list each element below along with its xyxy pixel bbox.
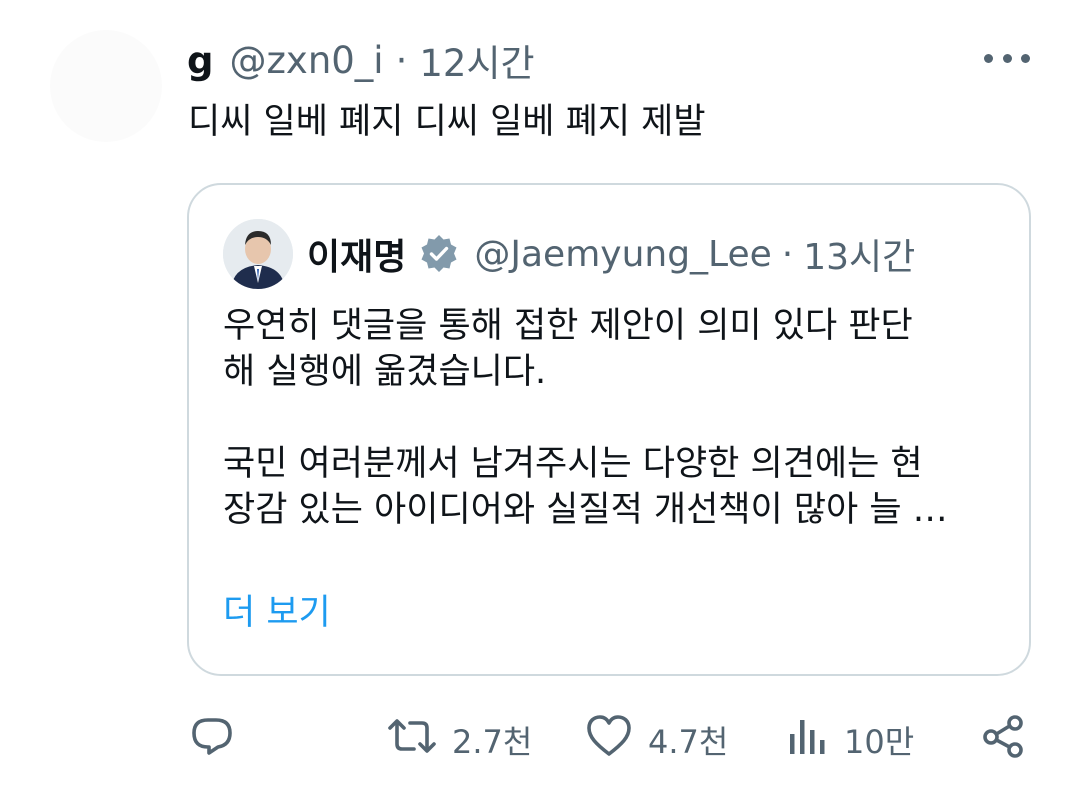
verified-badge-icon — [418, 233, 460, 275]
tweet-time[interactable]: 12시간 — [419, 33, 534, 87]
author-avatar[interactable] — [50, 30, 162, 142]
separator: · — [395, 38, 408, 82]
author-handle[interactable]: @zxn0_i — [230, 39, 384, 82]
tweet-header: g @zxn0_i · 12시간 — [187, 33, 535, 87]
quoted-tweet-text: 우연히 댓글을 통해 접한 제안이 의미 있다 판단 해 실행에 옮겼습니다. … — [223, 303, 948, 533]
tweet[interactable]: g @zxn0_i · 12시간 디씨 일베 폐지 디씨 일베 폐지 제발 이재… — [0, 0, 1080, 798]
quoted-text-line: 우연히 댓글을 통해 접한 제안이 의미 있다 판단 — [223, 306, 913, 346]
reply-icon — [188, 712, 236, 768]
quoted-author-handle[interactable]: @Jaemyung_Lee — [474, 234, 771, 275]
more-horizontal-icon[interactable] — [984, 48, 1030, 68]
share-icon — [980, 712, 1028, 768]
views-icon — [786, 712, 830, 768]
quoted-text-line: 해 실행에 옮겼습니다. — [223, 352, 547, 392]
action-bar: 2.7천 4.7천 10만 — [0, 710, 1080, 770]
views-count: 10만 — [844, 723, 915, 761]
separator: · — [781, 233, 794, 275]
quoted-text-line: 장감 있는 아이디어와 실질적 개선책이 많아 늘 … — [223, 490, 948, 530]
retweet-count: 2.7천 — [452, 723, 533, 761]
reply-button[interactable] — [188, 710, 250, 770]
share-button[interactable] — [980, 710, 1028, 770]
quoted-tweet-time[interactable]: 13시간 — [803, 228, 915, 280]
show-more-link[interactable]: 더 보기 — [223, 590, 331, 636]
retweet-icon — [386, 712, 438, 768]
tweet-text: 디씨 일베 폐지 디씨 일베 폐지 제발 — [188, 102, 706, 142]
quoted-tweet[interactable]: 이재명 @Jaemyung_Lee · 13시간 우연히 댓글을 통해 접한 제… — [187, 183, 1031, 676]
author-name[interactable]: g — [187, 39, 214, 82]
like-count: 4.7천 — [648, 723, 729, 761]
like-button[interactable]: 4.7천 — [584, 710, 728, 770]
quoted-author-name[interactable]: 이재명 — [307, 228, 406, 280]
quoted-tweet-header: 이재명 @Jaemyung_Lee · 13시간 — [307, 228, 915, 280]
quoted-author-avatar[interactable] — [223, 219, 293, 289]
views-button[interactable]: 10만 — [786, 710, 914, 770]
retweet-button[interactable]: 2.7천 — [386, 710, 532, 770]
quoted-text-line: 국민 여러분께서 남겨주시는 다양한 의견에는 현 — [223, 444, 923, 484]
heart-icon — [584, 712, 634, 768]
